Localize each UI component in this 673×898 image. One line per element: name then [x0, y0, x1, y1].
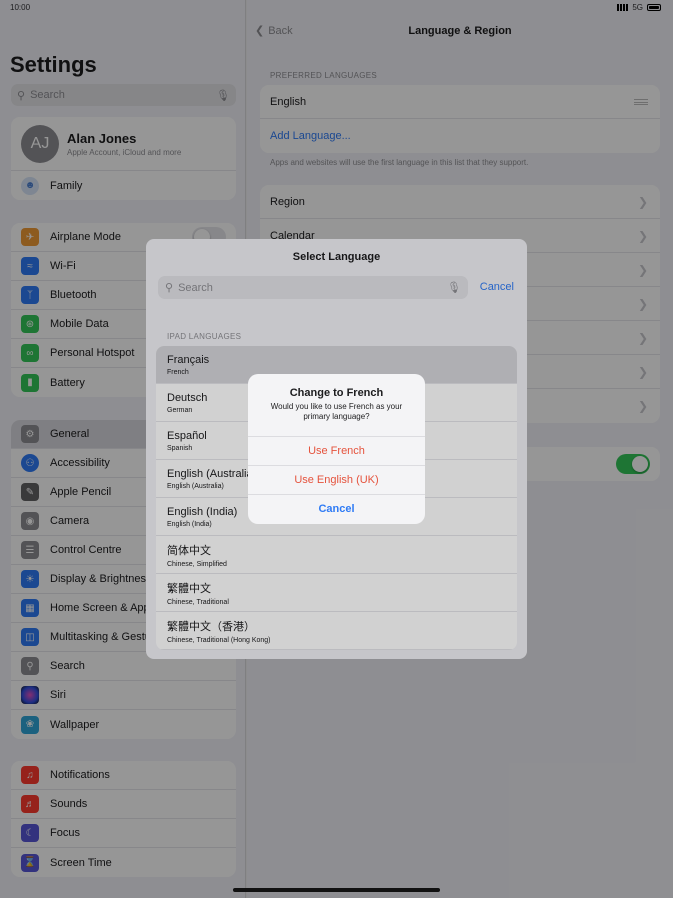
- network-label: 5G: [632, 3, 643, 12]
- change-language-alert: Change to French Would you like to use F…: [248, 374, 425, 524]
- alert-cancel-button[interactable]: Cancel: [248, 494, 425, 523]
- use-english-button[interactable]: Use English (UK): [248, 465, 425, 494]
- alert-buttons: Use French Use English (UK) Cancel: [248, 436, 425, 523]
- alert-message: Would you like to use French as your pri…: [270, 402, 403, 421]
- home-indicator[interactable]: [233, 888, 440, 892]
- status-right: 5G: [617, 3, 661, 12]
- alert-title: Change to French: [289, 387, 384, 399]
- battery-icon: [647, 4, 661, 11]
- status-bar: 10:00 5G: [0, 0, 673, 16]
- signal-icon: [617, 4, 629, 11]
- status-time: 10:00: [10, 3, 31, 12]
- use-french-button[interactable]: Use French: [248, 436, 425, 465]
